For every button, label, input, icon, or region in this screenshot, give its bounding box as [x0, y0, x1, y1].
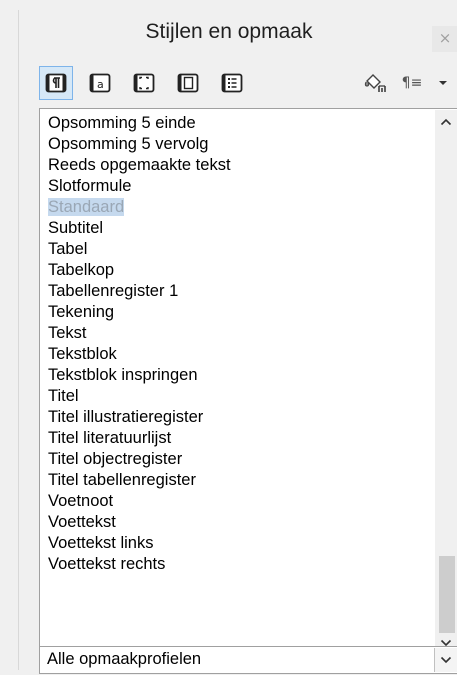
frame-styles-button[interactable]: [127, 66, 161, 100]
style-list-item[interactable]: Tekst: [48, 323, 428, 344]
new-style-from-selection-button[interactable]: ¶≡: [397, 66, 427, 100]
style-list-item[interactable]: Tekstblok inspringen: [48, 365, 428, 386]
panel-title: Stijlen en opmaak: [145, 20, 313, 43]
styles-list-items: Opsomming 5 einde Opsomming 5 vervolg Reed…: [48, 113, 428, 575]
style-list-item[interactable]: Tekening: [48, 302, 428, 323]
style-list-item[interactable]: Titel: [48, 386, 428, 407]
dropdown-arrow-icon: [439, 81, 447, 85]
style-list-item[interactable]: Slotformule: [48, 176, 428, 197]
style-list-item[interactable]: Tekstblok: [48, 344, 428, 365]
scroll-up-button[interactable]: [435, 112, 457, 132]
page-styles-button[interactable]: [171, 66, 205, 100]
style-list-item-label: Subtitel: [48, 219, 104, 237]
style-list-item-label: Opsomming 5 einde: [48, 114, 196, 132]
style-list-item-label: Titel illustratieregister: [48, 408, 204, 426]
style-list-item[interactable]: Voettekst rechts: [48, 554, 428, 575]
style-list-item-label: Titel tabellenregister: [48, 471, 196, 489]
style-list-item-label: Tabel: [48, 240, 88, 258]
style-list-item[interactable]: Opsomming 5 vervolg: [48, 134, 428, 155]
style-list-item-label: Voettekst links: [48, 534, 154, 552]
fill-format-mode-button[interactable]: [359, 66, 393, 100]
style-list-item-label: Tabelkop: [48, 261, 115, 279]
vertical-scrollbar[interactable]: [435, 110, 457, 653]
style-list-item-label: Titel literatuurlijst: [48, 429, 172, 447]
frame-styles-icon: [133, 73, 155, 93]
style-list-item-label: Slotformule: [48, 177, 132, 195]
list-styles-button[interactable]: [215, 66, 249, 100]
style-list-item-label: Voettekst rechts: [48, 555, 166, 573]
style-list-item[interactable]: Subtitel: [48, 218, 428, 239]
style-list-item[interactable]: Standaard: [48, 197, 428, 218]
style-actions-dropdown[interactable]: [431, 66, 455, 100]
close-icon: ×: [438, 29, 452, 47]
style-filter-dropdown-button[interactable]: [434, 648, 457, 672]
style-filter-value: Alle opmaakprofielen: [47, 650, 202, 668]
style-list-item-label: Opsomming 5 vervolg: [48, 135, 209, 153]
style-list-item-label: Tekstblok inspringen: [48, 366, 198, 384]
style-list-item-label: Tekst: [48, 324, 87, 342]
fill-format-mode-icon: [364, 74, 386, 92]
svg-text:a: a: [97, 78, 104, 91]
style-list-item[interactable]: Tabel: [48, 239, 428, 260]
style-list-item-label: Standaard: [48, 198, 125, 216]
chevron-down-icon: [440, 656, 452, 664]
style-category-toolbar: a ¶≡: [39, 64, 457, 108]
style-list-item[interactable]: Reeds opgemaakte tekst: [48, 155, 428, 176]
style-list-item[interactable]: Titel objectregister: [48, 449, 428, 470]
title-bar: Stijlen en opmaak ×: [19, 10, 457, 58]
style-list-item-label: Tabellenregister 1: [48, 282, 179, 300]
chevron-up-icon: [440, 118, 452, 126]
style-list-item-label: Voetnoot: [48, 492, 114, 510]
style-list-item-label: Tekening: [48, 303, 115, 321]
style-list-item[interactable]: Opsomming 5 einde: [48, 113, 428, 134]
style-list-item[interactable]: Voetnoot: [48, 491, 428, 512]
style-list-item-label: Titel: [48, 387, 79, 405]
new-style-from-selection-icon: ¶≡: [401, 75, 423, 91]
style-list-item[interactable]: Tabelkop: [48, 260, 428, 281]
styles-and-formatting-panel: Stijlen en opmaak × a ¶≡ Opsomming 5 ein…: [18, 10, 457, 674]
style-filter-select[interactable]: Alle opmaakprofielen: [39, 646, 457, 674]
style-list-item[interactable]: Voettekst: [48, 512, 428, 533]
style-list-item[interactable]: Titel tabellenregister: [48, 470, 428, 491]
list-styles-icon: [221, 73, 243, 93]
style-list-item-label: Titel objectregister: [48, 450, 183, 468]
scrollbar-thumb[interactable]: [439, 556, 455, 633]
style-list-item[interactable]: Voettekst links: [48, 533, 428, 554]
style-list-item-label: Voettekst: [48, 513, 116, 531]
style-list-item-label: Reeds opgemaakte tekst: [48, 156, 231, 174]
character-styles-icon: a: [89, 73, 111, 93]
style-list-item[interactable]: Tabellenregister 1: [48, 281, 428, 302]
style-list-item-label: Tekstblok: [48, 345, 117, 363]
paragraph-styles-icon: [45, 73, 67, 93]
page-styles-icon: [177, 73, 199, 93]
character-styles-button[interactable]: a: [83, 66, 117, 100]
close-button[interactable]: ×: [432, 26, 457, 52]
styles-list[interactable]: Opsomming 5 einde Opsomming 5 vervolg Reed…: [39, 108, 457, 655]
paragraph-styles-button[interactable]: [39, 66, 73, 100]
style-list-item[interactable]: Titel illustratieregister: [48, 407, 428, 428]
style-list-item[interactable]: Titel literatuurlijst: [48, 428, 428, 449]
